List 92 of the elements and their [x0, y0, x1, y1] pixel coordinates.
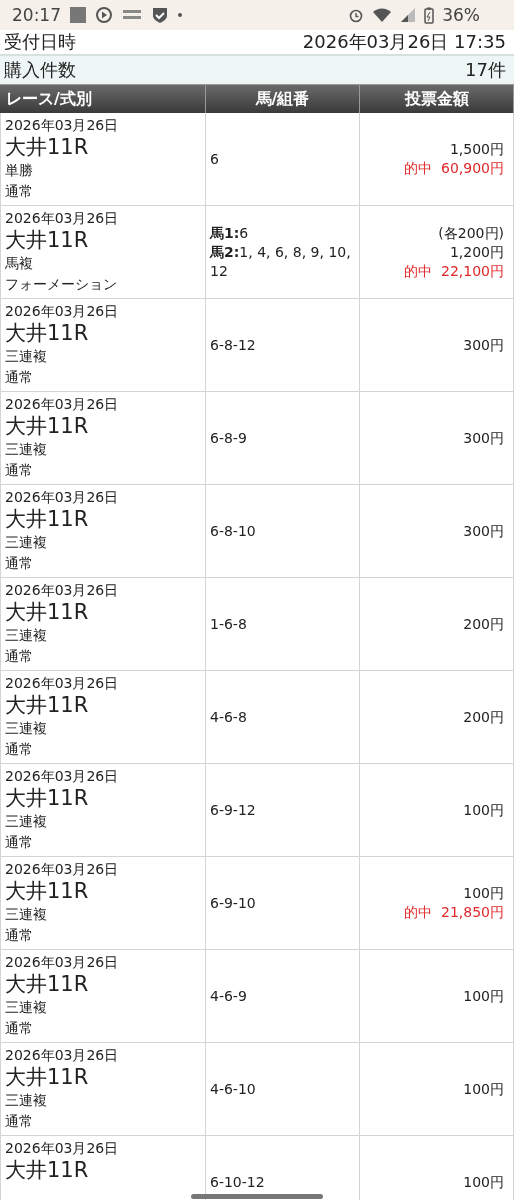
bet-type: 単勝 [5, 161, 34, 180]
count-label: 購入件数 [4, 58, 76, 82]
bet-method: 通常 [5, 740, 34, 759]
bet-type: 三連複 [5, 1091, 48, 1110]
race-date: 2026年03月26日 [5, 209, 120, 227]
horse-combination: 馬1:6 [210, 223, 250, 243]
bet-method: 通常 [5, 1112, 34, 1131]
race-date: 2026年03月26日 [5, 116, 120, 134]
race-date: 2026年03月26日 [5, 953, 120, 971]
bet-method: 通常 [5, 647, 34, 666]
race-name: 大井11R [5, 134, 90, 160]
bet-amount: 200円 [463, 707, 504, 727]
bet-method: 通常 [5, 1019, 34, 1038]
horse-combination: 4-6-10 [210, 1079, 257, 1099]
bet-amount: 300円 [463, 335, 504, 355]
bet-amount: 300円 [463, 428, 504, 448]
payout-amount: 的中 21,850円 [404, 903, 504, 922]
bet-type: 三連複 [5, 440, 48, 459]
receipt-label: 受付日時 [4, 30, 76, 54]
race-name: 大井11R [5, 971, 90, 997]
race-date: 2026年03月26日 [5, 581, 120, 599]
bet-method: フォーメーション [5, 275, 118, 294]
race-name: 大井11R [5, 506, 90, 532]
bet-type: 三連複 [5, 719, 48, 738]
gesture-bar[interactable] [191, 1194, 323, 1199]
bet-method: 通常 [5, 554, 34, 573]
horse-combination: 1-6-8 [210, 614, 248, 634]
race-date: 2026年03月26日 [5, 302, 120, 320]
play-circle-icon [95, 6, 113, 24]
bet-amount: 100円 [463, 986, 504, 1006]
clock-time: 20:17 [12, 5, 61, 25]
bet-amount: 1,200円 [449, 242, 504, 262]
dot-icon [177, 12, 183, 18]
receipt-datetime: 2026年03月26日 17:35 [302, 30, 506, 54]
column-header: 馬/組番 [206, 85, 360, 113]
bet-amount: 100円 [463, 800, 504, 820]
wifi-icon [372, 7, 393, 23]
bet-type: 三連複 [5, 533, 48, 552]
horse-combination: 4-6-8 [210, 707, 248, 727]
bet-amount: 300円 [463, 521, 504, 541]
race-name: 大井11R [5, 692, 90, 718]
bet-type: 三連複 [5, 812, 48, 831]
race-name: 大井11R [5, 785, 90, 811]
horse-combination: 6-9-10 [210, 893, 257, 913]
race-date: 2026年03月26日 [5, 1139, 120, 1157]
bet-type: 三連複 [5, 626, 48, 645]
race-date: 2026年03月26日 [5, 860, 120, 878]
bet-amount: (各200円) [438, 223, 504, 243]
horse-combination: 馬2:1, 4, 6, 8, 9, 10, 12 [210, 242, 352, 281]
bet-method: 通常 [5, 926, 34, 945]
bet-method: 通常 [5, 368, 34, 387]
bet-amount: 100円 [463, 1172, 504, 1192]
horse-combination: 6-9-12 [210, 800, 257, 820]
bet-type: 三連複 [5, 905, 48, 924]
column-header: 投票金額 [360, 85, 514, 113]
bet-amount: 200円 [463, 614, 504, 634]
horse-combination: 6-10-12 [210, 1172, 266, 1192]
race-date: 2026年03月26日 [5, 767, 120, 785]
race-date: 2026年03月26日 [5, 395, 120, 413]
bet-amount: 100円 [463, 884, 504, 903]
count-value: 17件 [465, 58, 506, 82]
bet-type: 馬複 [5, 254, 34, 273]
battery-percent: 36% [442, 5, 480, 25]
payout-amount: 的中 60,900円 [404, 159, 504, 178]
column-header: レース/式別 [0, 85, 206, 113]
race-name: 大井11R [5, 320, 90, 346]
race-date: 2026年03月26日 [5, 488, 120, 506]
horse-combination: 6-8-12 [210, 335, 257, 355]
shield-check-icon [151, 6, 169, 24]
race-name: 大井11R [5, 1064, 90, 1090]
bet-amount: 100円 [463, 1079, 504, 1099]
bet-method: 通常 [5, 182, 34, 201]
race-name: 大井11R [5, 413, 90, 439]
bet-method: 通常 [5, 461, 34, 480]
payout-amount: 的中 22,100円 [404, 261, 504, 281]
signal-icon [400, 7, 417, 23]
race-name: 大井11R [5, 1157, 90, 1183]
horse-combination: 6-8-10 [210, 521, 257, 541]
alarm-icon [348, 7, 365, 23]
race-name: 大井11R [5, 227, 90, 253]
race-name: 大井11R [5, 878, 90, 904]
bet-amount: 1,500円 [449, 140, 504, 159]
bet-type: 三連複 [5, 347, 48, 366]
battery-icon [424, 6, 435, 24]
horse-combination: 6 [210, 149, 220, 169]
race-date: 2026年03月26日 [5, 674, 120, 692]
horse-combination: 4-6-9 [210, 986, 248, 1006]
bet-type: 三連複 [5, 998, 48, 1017]
race-name: 大井11R [5, 599, 90, 625]
race-date: 2026年03月26日 [5, 1046, 120, 1064]
horse-combination: 6-8-9 [210, 428, 248, 448]
bet-method: 通常 [5, 833, 34, 852]
